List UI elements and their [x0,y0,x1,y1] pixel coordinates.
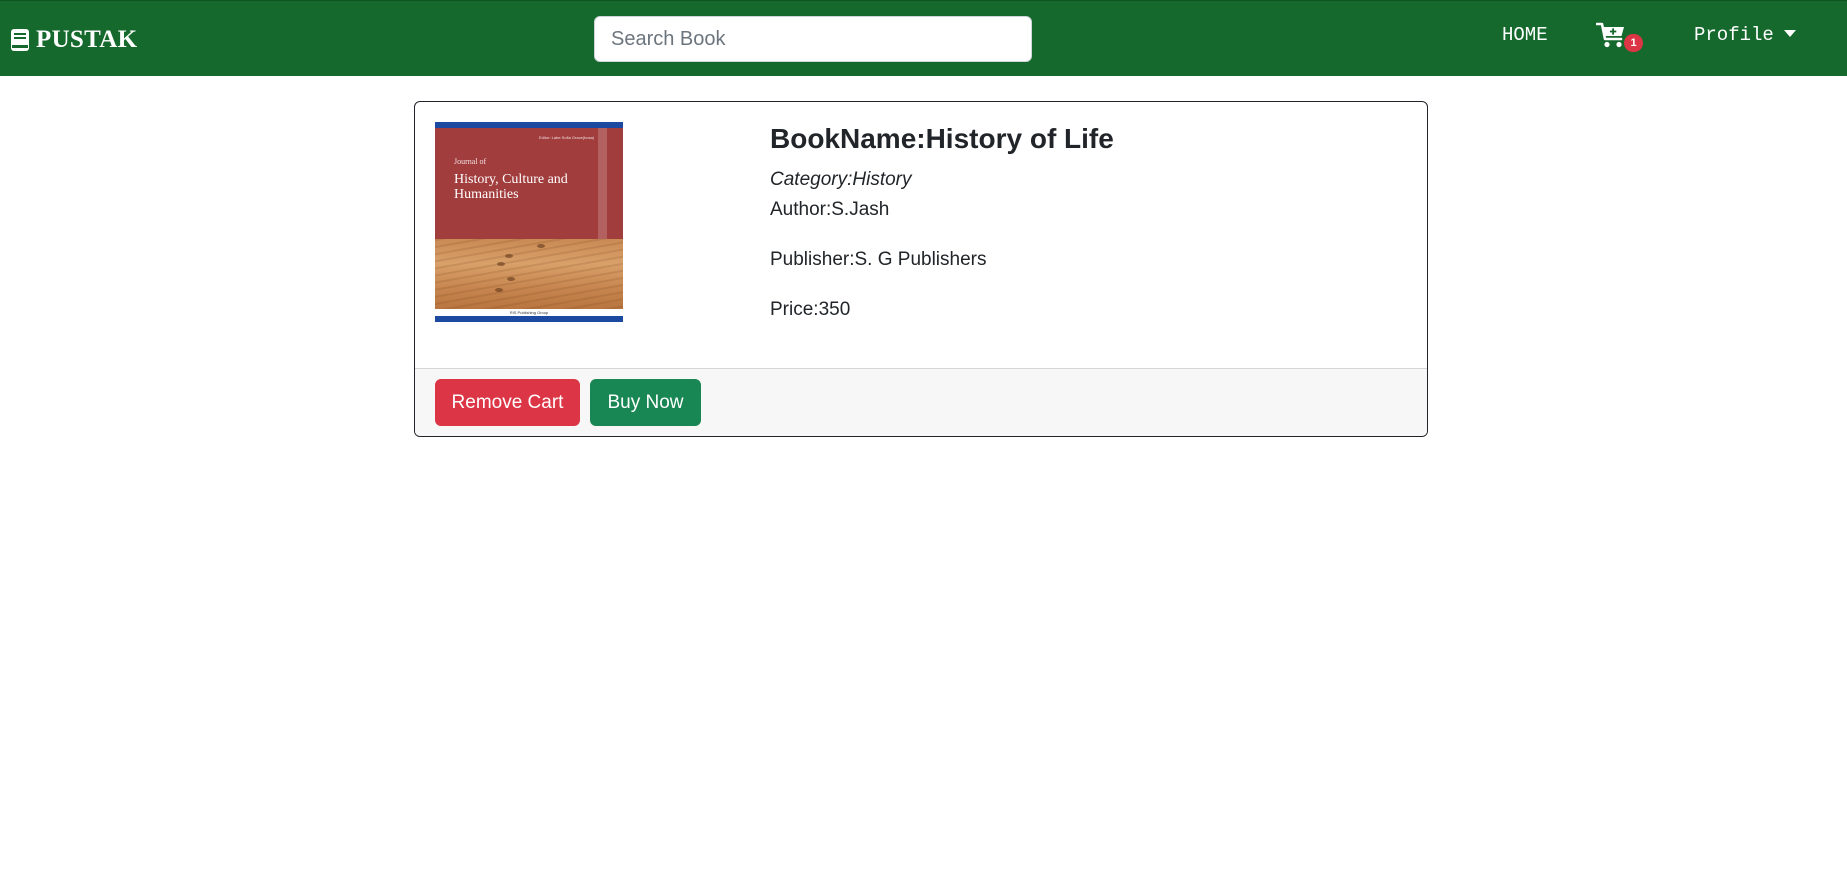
cover-sand-ripples [435,239,623,309]
book-title: BookName:History of Life [770,123,1114,154]
book-cover-image: Editor: Labe Sofia Grace(bosa) Journal o… [435,122,623,322]
cover-footprint [507,277,515,281]
profile-label: Profile [1694,24,1774,46]
nav-home-link[interactable]: HOME [1502,23,1548,47]
remove-cart-button[interactable]: Remove Cart [435,379,580,426]
search-input[interactable] [594,16,1032,62]
book-icon [10,28,30,52]
cover-footprint [537,244,545,248]
navbar: PUSTAK HOME 1 Profile [0,0,1847,76]
cover-footprint [505,254,513,258]
book-publisher: Publisher:S. G Publishers [770,249,987,270]
book-price: Price:350 [770,299,851,320]
cover-journal-title: History, Culture and Humanities [454,172,568,202]
card-footer: Remove Cart Buy Now [415,368,1427,436]
cover-journal-prefix: Journal of [454,157,487,166]
cover-stripe [598,128,607,248]
cover-footprint [495,288,503,292]
brand-name: PUSTAK [36,26,138,53]
book-category: Category:History [770,169,912,190]
cart-count-badge: 1 [1624,34,1643,52]
cover-editor-text: Editor: Labe Sofia Grace(bosa) [539,135,595,140]
profile-dropdown[interactable]: Profile [1694,23,1796,47]
cart-item-card: Editor: Labe Sofia Grace(bosa) Journal o… [414,101,1428,437]
card-body: Editor: Labe Sofia Grace(bosa) Journal o… [415,102,1427,368]
caret-down-icon [1783,29,1796,37]
book-author: Author:S.Jash [770,199,890,220]
book-info: BookName:History of Life Category:Histor… [770,122,1114,322]
brand-logo-link[interactable]: PUSTAK [10,23,137,57]
cover-bottom-band [435,316,623,322]
cart-button[interactable]: 1 [1596,21,1648,55]
cover-footprint [497,262,505,266]
cart-plus-icon [1596,22,1624,48]
buy-now-button[interactable]: Buy Now [590,379,701,426]
